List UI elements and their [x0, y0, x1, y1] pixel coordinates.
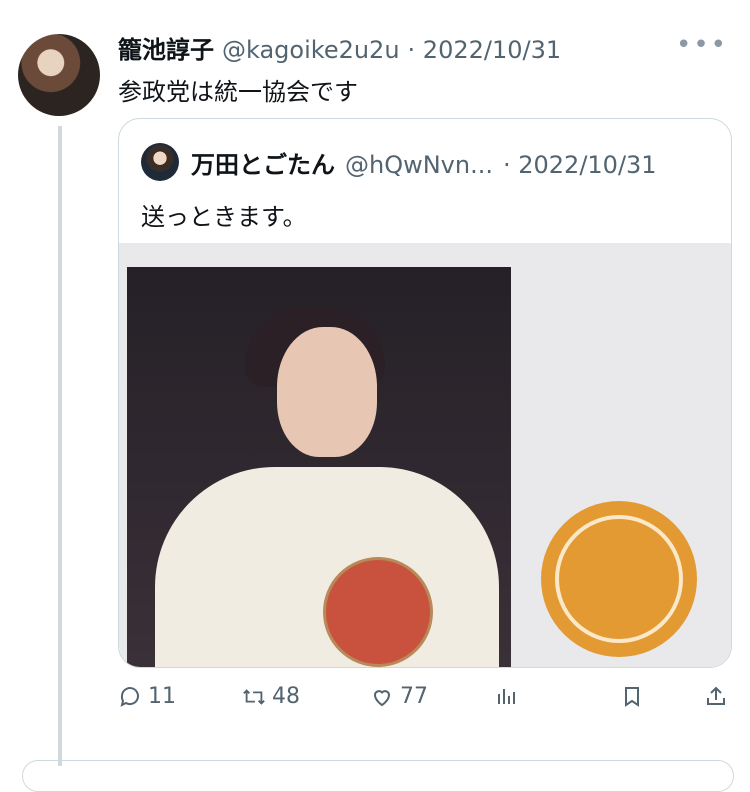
- quoted-author-avatar: [141, 143, 179, 181]
- bookmark-icon: [620, 684, 644, 708]
- reply-composer[interactable]: [22, 760, 734, 792]
- photo-robe: [155, 467, 499, 667]
- photo-face: [277, 327, 377, 457]
- quoted-header: 万田とごたん @hQwNvn... · 2022/10/31: [191, 145, 657, 180]
- views-icon: [494, 684, 518, 708]
- like-count: 77: [400, 684, 428, 709]
- share-icon: [704, 684, 728, 708]
- quoted-date: · 2022/10/31: [502, 151, 657, 179]
- reply-button[interactable]: 11: [118, 684, 176, 709]
- views-button[interactable]: [494, 684, 518, 708]
- tweet-actions: 11 48 77: [118, 684, 730, 720]
- quoted-author-handle: @hQwNvn...: [345, 151, 493, 179]
- quoted-text: 送っときます。: [141, 203, 307, 231]
- retweet-icon: [242, 685, 266, 709]
- reply-count: 11: [148, 684, 176, 709]
- retweet-count: 48: [272, 684, 300, 709]
- author-name[interactable]: 籠池諄子: [118, 30, 214, 65]
- thread-line: [58, 126, 62, 766]
- tweet-text: 参政党は統一協会です: [118, 78, 358, 106]
- retweet-button[interactable]: 48: [242, 684, 300, 709]
- photo-medal: [323, 557, 433, 667]
- more-icon[interactable]: •••: [676, 30, 728, 60]
- like-button[interactable]: 77: [370, 684, 428, 709]
- quoted-image[interactable]: [119, 243, 731, 667]
- quoted-author-name: 万田とごたん: [191, 151, 335, 179]
- heart-icon: [370, 685, 394, 709]
- author-handle[interactable]: @kagoike2u2u: [222, 36, 400, 64]
- photo: [127, 267, 511, 667]
- tweet-date[interactable]: · 2022/10/31: [408, 36, 562, 64]
- share-button[interactable]: [704, 684, 728, 708]
- party-emblem: [541, 501, 697, 657]
- reply-icon: [118, 685, 142, 709]
- emblem-ring: [555, 515, 683, 643]
- author-avatar[interactable]: [18, 34, 100, 116]
- bookmark-button[interactable]: [620, 684, 644, 708]
- quoted-tweet[interactable]: 万田とごたん @hQwNvn... · 2022/10/31 送っときます。: [118, 118, 732, 668]
- tweet-header: 籠池諄子 @kagoike2u2u · 2022/10/31: [118, 30, 561, 66]
